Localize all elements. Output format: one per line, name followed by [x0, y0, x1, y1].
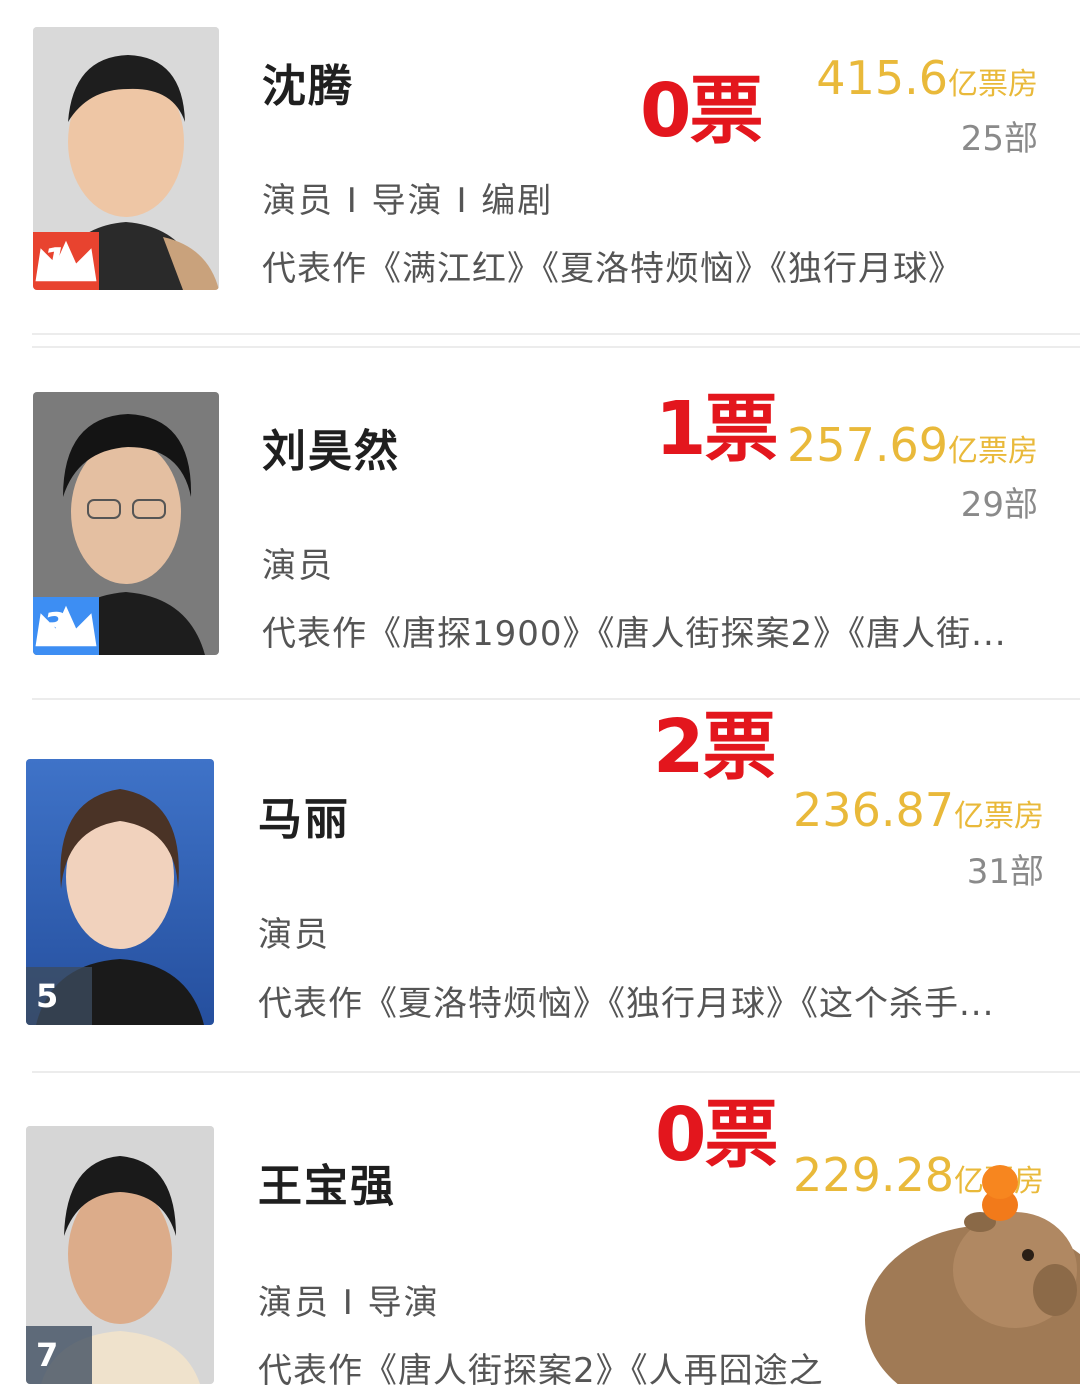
representative-works: 代表作《唐人街探案2》《人再囧途之 [258, 1351, 824, 1391]
actor-card[interactable]: 1 沈腾 0票 415.6亿票房 25部 演员 I 导演 I 编剧 代表作《满江… [0, 0, 1080, 335]
vote-count: 0票 [655, 1092, 778, 1178]
box-office: 257.69亿票房 [787, 422, 1038, 468]
box-office: 415.6亿票房 [816, 55, 1038, 101]
representative-works: 代表作《夏洛特烦恼》《独行月球》《这个杀手... [258, 984, 995, 1024]
box-office-unit: 亿票房 [948, 67, 1038, 102]
crown-icon [35, 240, 97, 282]
actor-name: 沈腾 [262, 61, 354, 112]
actor-card[interactable]: 3 刘昊然 1票 257.69亿票房 29部 演员 代表作《唐探1900》《唐人… [0, 350, 1080, 700]
actor-roles: 演员 [262, 546, 334, 586]
film-count: 25部 [961, 122, 1038, 156]
rank-badge: 1 [33, 232, 99, 290]
divider [32, 333, 1080, 335]
representative-works: 代表作《满江红》《夏洛特烦恼》《独行月球》 [262, 249, 963, 289]
box-office: 236.87亿票房 [793, 787, 1044, 833]
film-count-value: 25 [960, 119, 1004, 159]
divider [32, 1071, 1080, 1073]
rank-badge: 3 [33, 597, 99, 655]
film-count: 31部 [967, 855, 1044, 889]
avatar: 5 [26, 759, 214, 1025]
actor-roles: 演员 I 导演 [258, 1283, 440, 1323]
vote-count: 0票 [640, 68, 763, 154]
divider [32, 346, 1080, 348]
box-office-unit: 亿票房 [954, 799, 1044, 834]
divider [32, 698, 1080, 700]
box-office-value: 415.6 [816, 51, 948, 105]
actor-roles: 演员 I 导演 I 编剧 [262, 181, 554, 221]
vote-count: 1票 [655, 386, 778, 472]
actor-card[interactable]: 5 马丽 2票 236.87亿票房 31部 演员 代表作《夏洛特烦恼》《独行月球… [0, 705, 1080, 1075]
actor-name: 刘昊然 [262, 426, 400, 477]
film-count-value: 29 [960, 485, 1004, 525]
actor-roles: 演员 [258, 915, 330, 955]
rank-number: 5 [36, 977, 59, 1015]
film-count-value: 31 [966, 852, 1010, 892]
box-office-value: 236.87 [793, 783, 954, 837]
film-count: 29部 [961, 488, 1038, 522]
film-count-unit: 部 [1010, 852, 1044, 892]
film-count-unit: 部 [1004, 485, 1038, 525]
rank-badge: 7 [26, 1326, 92, 1384]
box-office-value: 257.69 [787, 418, 948, 472]
rank-badge: 5 [26, 967, 92, 1025]
actor-name: 王宝强 [258, 1161, 396, 1212]
capybara-sticker [865, 1165, 1080, 1384]
avatar: 7 [26, 1126, 214, 1384]
representative-works: 代表作《唐探1900》《唐人街探案2》《唐人街... [262, 614, 1007, 654]
avatar: 3 [33, 392, 219, 655]
box-office-unit: 亿票房 [948, 434, 1038, 469]
avatar: 1 [33, 27, 219, 290]
crown-icon [35, 605, 97, 647]
rank-number: 7 [36, 1336, 59, 1374]
film-count-unit: 部 [1004, 119, 1038, 159]
actor-name: 马丽 [258, 794, 350, 845]
vote-count: 2票 [653, 704, 776, 790]
